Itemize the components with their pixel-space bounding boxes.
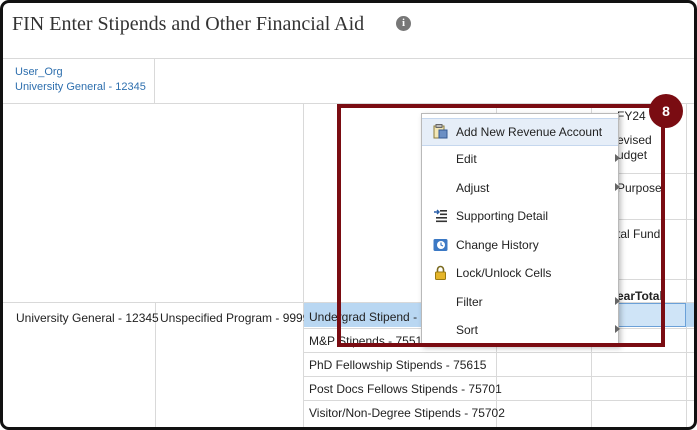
- account-row-visitor[interactable]: Visitor/Non-Degree Stipends - 75702: [309, 406, 505, 420]
- callout-highlight-box: [337, 104, 665, 347]
- grid-row-line: [303, 400, 694, 401]
- app-window: FIN Enter Stipends and Other Financial A…: [0, 0, 697, 430]
- header-divider: [3, 58, 694, 59]
- grid-row-line: [303, 352, 694, 353]
- row-header-program: Unspecified Program - 9999: [160, 311, 310, 325]
- grid-col-line: [686, 104, 687, 427]
- pov-selector[interactable]: University General - 12345: [15, 81, 146, 93]
- account-row-phd-fellowship[interactable]: PhD Fellowship Stipends - 75615: [309, 358, 486, 372]
- pov-label: User_Org: [15, 66, 63, 78]
- account-row-post-docs[interactable]: Post Docs Fellows Stipends - 75701: [309, 382, 502, 396]
- pov-divider: [154, 59, 155, 103]
- grid-row-line: [303, 376, 694, 377]
- page-title: FIN Enter Stipends and Other Financial A…: [12, 13, 365, 35]
- info-icon[interactable]: i: [396, 16, 411, 31]
- row-header-org: University General - 12345: [16, 311, 159, 325]
- step-number-badge: 8: [649, 94, 683, 128]
- grid-col-line: [303, 104, 304, 427]
